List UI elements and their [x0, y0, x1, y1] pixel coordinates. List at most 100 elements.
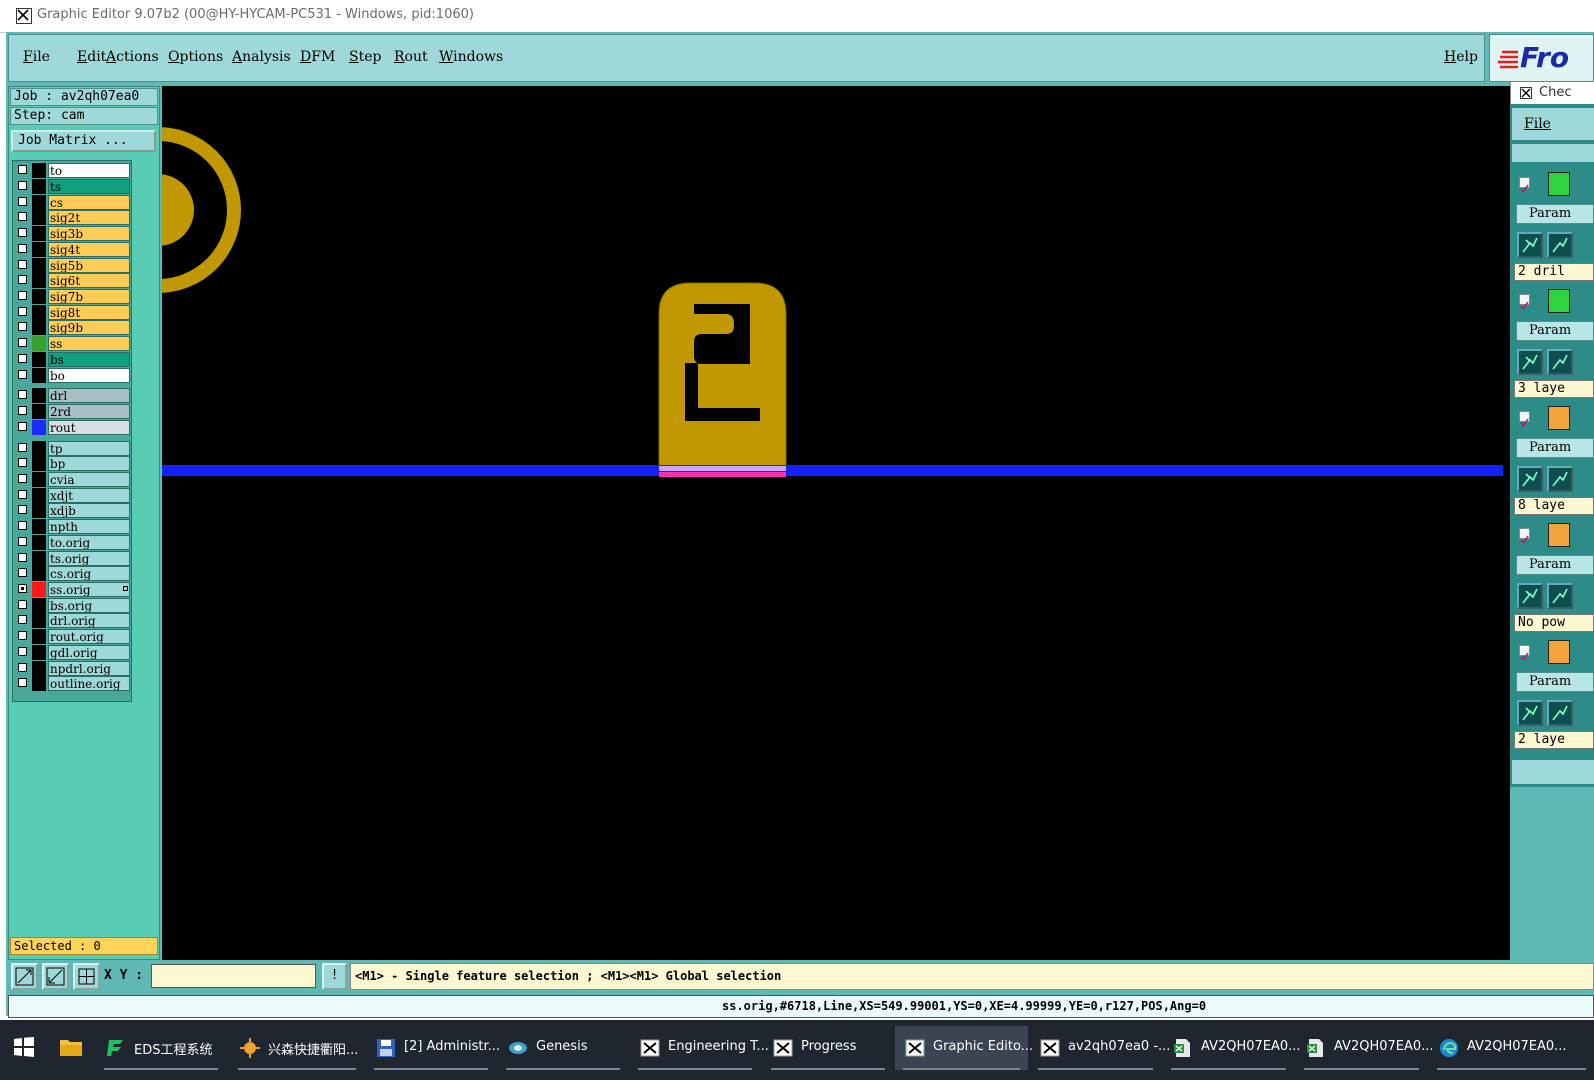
- layer-name[interactable]: rout: [48, 420, 130, 435]
- layer-checkbox[interactable]: [18, 338, 27, 347]
- layer-color-swatch[interactable]: [32, 404, 46, 419]
- layer-row-xdjt[interactable]: xdjt: [14, 488, 130, 503]
- layer-checkbox[interactable]: [18, 275, 27, 284]
- checklist-results-icon[interactable]: [1547, 349, 1573, 375]
- layer-checkbox[interactable]: [18, 212, 27, 221]
- layer-row-outline-orig[interactable]: outline.orig: [14, 676, 130, 691]
- menu-options[interactable]: Options: [168, 49, 223, 65]
- layer-checkbox[interactable]: [18, 631, 27, 640]
- layer-name[interactable]: sig8t: [48, 305, 130, 320]
- layer-name[interactable]: cvia: [48, 472, 130, 487]
- layer-color-swatch[interactable]: [32, 320, 46, 335]
- taskbar-item-2[interactable]: [2] Administr...: [366, 1026, 500, 1070]
- layer-row-bp[interactable]: bp: [14, 456, 130, 471]
- layer-color-swatch[interactable]: [32, 456, 46, 471]
- layer-row-ss[interactable]: ss: [14, 336, 130, 351]
- layer-name[interactable]: tp: [48, 441, 130, 456]
- layer-row-rout[interactable]: rout: [14, 420, 130, 435]
- layer-checkbox[interactable]: [18, 422, 27, 431]
- layer-color-swatch[interactable]: [32, 629, 46, 644]
- layer-checkbox[interactable]: [18, 244, 27, 253]
- layer-color-swatch[interactable]: [32, 582, 46, 597]
- graphic-canvas[interactable]: [162, 86, 1510, 960]
- layer-checkbox[interactable]: [18, 647, 27, 656]
- layer-name[interactable]: bp: [48, 456, 130, 471]
- layer-checkbox[interactable]: [18, 458, 27, 467]
- layer-name[interactable]: drl.orig: [48, 613, 130, 628]
- layer-color-swatch[interactable]: [32, 242, 46, 257]
- file-explorer-icon[interactable]: [60, 1037, 82, 1057]
- layer-name[interactable]: outline.orig: [48, 676, 130, 691]
- layer-row-bs[interactable]: bs: [14, 352, 130, 367]
- layer-row-sig6t[interactable]: sig6t: [14, 273, 130, 288]
- checklist-run-icon[interactable]: [1517, 232, 1543, 258]
- taskbar-item-9[interactable]: AV2QH07EA0...: [1296, 1026, 1434, 1070]
- layer-color-swatch[interactable]: [32, 273, 46, 288]
- layer-color-swatch[interactable]: [32, 488, 46, 503]
- checklist-item-checkbox[interactable]: [1519, 528, 1530, 544]
- layer-color-swatch[interactable]: [32, 472, 46, 487]
- layer-color-swatch[interactable]: [32, 676, 46, 691]
- checklist-run-icon[interactable]: [1517, 583, 1543, 609]
- checklist-results-icon[interactable]: [1547, 583, 1573, 609]
- layer-name[interactable]: cs.orig: [48, 566, 130, 581]
- layer-row-cs-orig[interactable]: cs.orig: [14, 566, 130, 581]
- layer-row-ts-orig[interactable]: ts.orig: [14, 551, 130, 566]
- layer-checkbox[interactable]: [18, 537, 27, 546]
- taskbar-item-8[interactable]: AV2QH07EA0...: [1163, 1026, 1301, 1070]
- layer-color-swatch[interactable]: [32, 289, 46, 304]
- layer-row-sig2t[interactable]: sig2t: [14, 210, 130, 225]
- layer-checkbox[interactable]: [18, 521, 27, 530]
- layer-checkbox[interactable]: [18, 584, 27, 593]
- layer-name[interactable]: ss.orig: [48, 582, 130, 597]
- menu-windows[interactable]: Windows: [439, 49, 503, 65]
- layer-name[interactable]: bs.orig: [48, 598, 130, 613]
- layer-name[interactable]: sig2t: [48, 210, 130, 225]
- zoom-fit-button[interactable]: [11, 963, 38, 990]
- checklist-item-checkbox[interactable]: [1519, 294, 1530, 310]
- layer-row-cvia[interactable]: cvia: [14, 472, 130, 487]
- layer-color-swatch[interactable]: [32, 420, 46, 435]
- layer-checkbox[interactable]: [18, 600, 27, 609]
- layer-row-ss-orig[interactable]: ss.orig: [14, 582, 130, 597]
- checklist-action-icon[interactable]: [1548, 406, 1570, 430]
- layer-color-swatch[interactable]: [32, 661, 46, 676]
- taskbar-item-6[interactable]: Graphic Edito...: [895, 1026, 1033, 1070]
- xy-input[interactable]: [151, 964, 316, 988]
- layer-color-swatch[interactable]: [32, 226, 46, 241]
- layer-color-swatch[interactable]: [32, 210, 46, 225]
- layer-row-cs[interactable]: cs: [14, 195, 130, 210]
- layer-color-swatch[interactable]: [32, 179, 46, 194]
- layer-name[interactable]: gdl.orig: [48, 645, 130, 660]
- layer-checkbox[interactable]: [18, 490, 27, 499]
- layer-color-swatch[interactable]: [32, 258, 46, 273]
- layer-name[interactable]: rout.orig: [48, 629, 130, 644]
- zoom-area-button[interactable]: [42, 963, 69, 990]
- layer-color-swatch[interactable]: [32, 613, 46, 628]
- layer-row-sig7b[interactable]: sig7b: [14, 289, 130, 304]
- layer-row-tp[interactable]: tp: [14, 441, 130, 456]
- layer-row-sig5b[interactable]: sig5b: [14, 258, 130, 273]
- layer-row-xdjb[interactable]: xdjb: [14, 503, 130, 518]
- job-matrix-button[interactable]: Job Matrix ...: [11, 130, 156, 152]
- windows-start-icon[interactable]: [14, 1037, 34, 1057]
- layer-name[interactable]: npth: [48, 519, 130, 534]
- layer-color-swatch[interactable]: [32, 388, 46, 403]
- layer-checkbox[interactable]: [18, 615, 27, 624]
- layer-name[interactable]: sig9b: [48, 320, 130, 335]
- taskbar-item-3[interactable]: Genesis: [498, 1026, 628, 1070]
- menu-step[interactable]: Step: [349, 49, 381, 65]
- layer-color-swatch[interactable]: [32, 551, 46, 566]
- layer-color-swatch[interactable]: [32, 368, 46, 383]
- layer-name[interactable]: ss: [48, 336, 130, 351]
- layer-checkbox[interactable]: [18, 260, 27, 269]
- grid-button[interactable]: [73, 963, 100, 990]
- checklist-action-icon[interactable]: [1548, 523, 1570, 547]
- menu-edit[interactable]: Edit: [77, 49, 106, 65]
- layer-row-bs-orig[interactable]: bs.orig: [14, 598, 130, 613]
- checklist-run-icon[interactable]: [1517, 349, 1543, 375]
- layer-color-swatch[interactable]: [32, 336, 46, 351]
- taskbar-item-10[interactable]: AV2QH07EA0...: [1429, 1026, 1594, 1070]
- layer-name[interactable]: sig7b: [48, 289, 130, 304]
- layer-color-swatch[interactable]: [32, 195, 46, 210]
